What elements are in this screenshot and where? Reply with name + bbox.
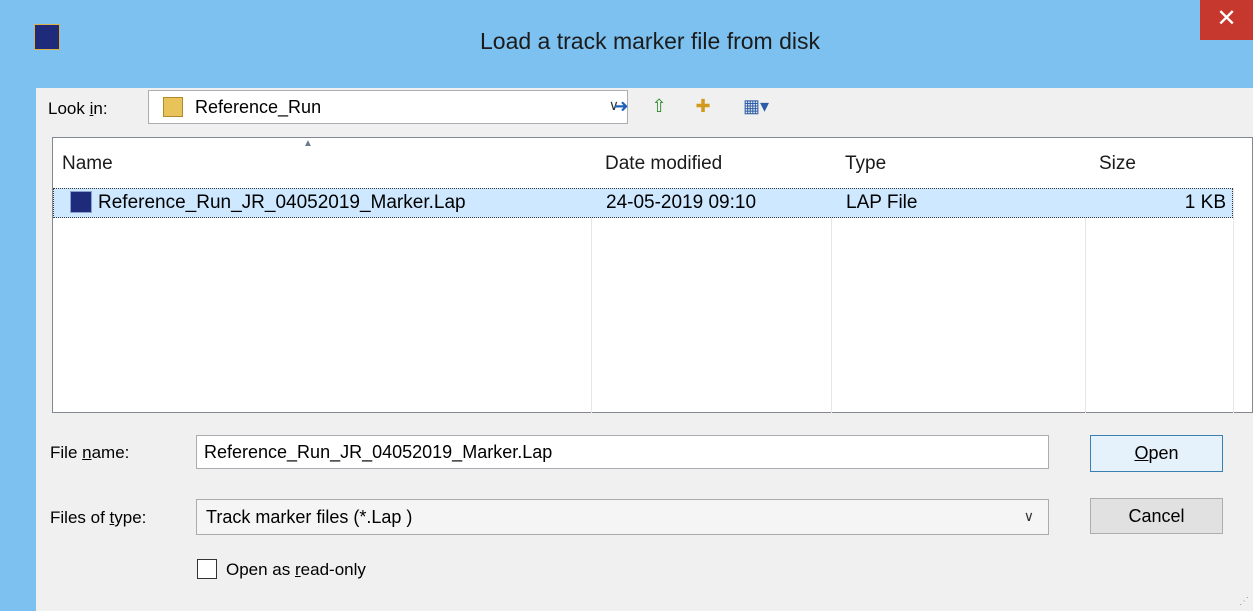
column-header-size[interactable]: Size [1099,153,1136,175]
file-date-cell: 24-05-2019 09:10 [606,192,757,213]
file-size-cell: 1 KB [1184,192,1226,213]
readonly-label[interactable]: Open as read-only [226,560,366,580]
filetype-value: Track marker files (*.Lap ) [206,507,413,527]
chevron-down-icon: ∨ [1023,508,1034,524]
lap-file-icon [70,191,92,213]
title-bar[interactable]: Load a track marker file from disk ✕ [0,0,1253,88]
file-name-cell: Reference_Run_JR_04052019_Marker.Lap [98,192,466,213]
filename-value: Reference_Run_JR_04052019_Marker.Lap [204,442,553,462]
filetype-dropdown[interactable]: Track marker files (*.Lap ) ∨ [196,499,1049,535]
column-divider [831,188,832,413]
dialog-body: Look in: Reference_Run ∨ ➜ ⇧ ✚ ▦▾ Name ▲… [36,88,1253,611]
cancel-button[interactable]: Cancel [1090,498,1223,534]
file-list[interactable]: Name ▲ Date modified Type Size Reference… [52,137,1253,413]
filename-label: File name: [50,443,130,462]
file-row[interactable]: Reference_Run_JR_04052019_Marker.Lap 24-… [53,188,1233,218]
lookin-label: Look in: [48,99,108,118]
lookin-dropdown[interactable]: Reference_Run ∨ [148,90,628,124]
column-divider [1085,188,1086,413]
open-button[interactable]: Open [1090,435,1223,472]
resize-grip-icon[interactable]: ⋰ [1239,596,1249,607]
window-title: Load a track marker file from disk [479,28,820,54]
filename-input[interactable]: Reference_Run_JR_04052019_Marker.Lap [196,435,1049,469]
app-icon [34,24,60,50]
file-type-cell: LAP File [846,192,918,213]
column-divider [1233,188,1234,413]
back-icon[interactable]: ➜ [608,94,634,118]
column-divider [591,188,592,413]
up-folder-icon[interactable]: ⇧ [646,94,672,118]
folder-icon [163,97,183,117]
filetype-label: Files of type: [50,508,147,527]
close-button[interactable]: ✕ [1200,0,1253,40]
column-header-date[interactable]: Date modified [605,153,722,175]
column-header-type[interactable]: Type [845,153,886,175]
new-folder-icon[interactable]: ✚ [690,94,716,118]
readonly-checkbox[interactable] [197,559,217,579]
view-menu-icon[interactable]: ▦▾ [736,94,776,118]
dialog-window: Load a track marker file from disk ✕ Loo… [0,0,1253,611]
column-header-name[interactable]: Name [62,153,113,175]
sort-ascending-icon: ▲ [303,138,313,149]
lookin-value: Reference_Run [195,97,322,117]
